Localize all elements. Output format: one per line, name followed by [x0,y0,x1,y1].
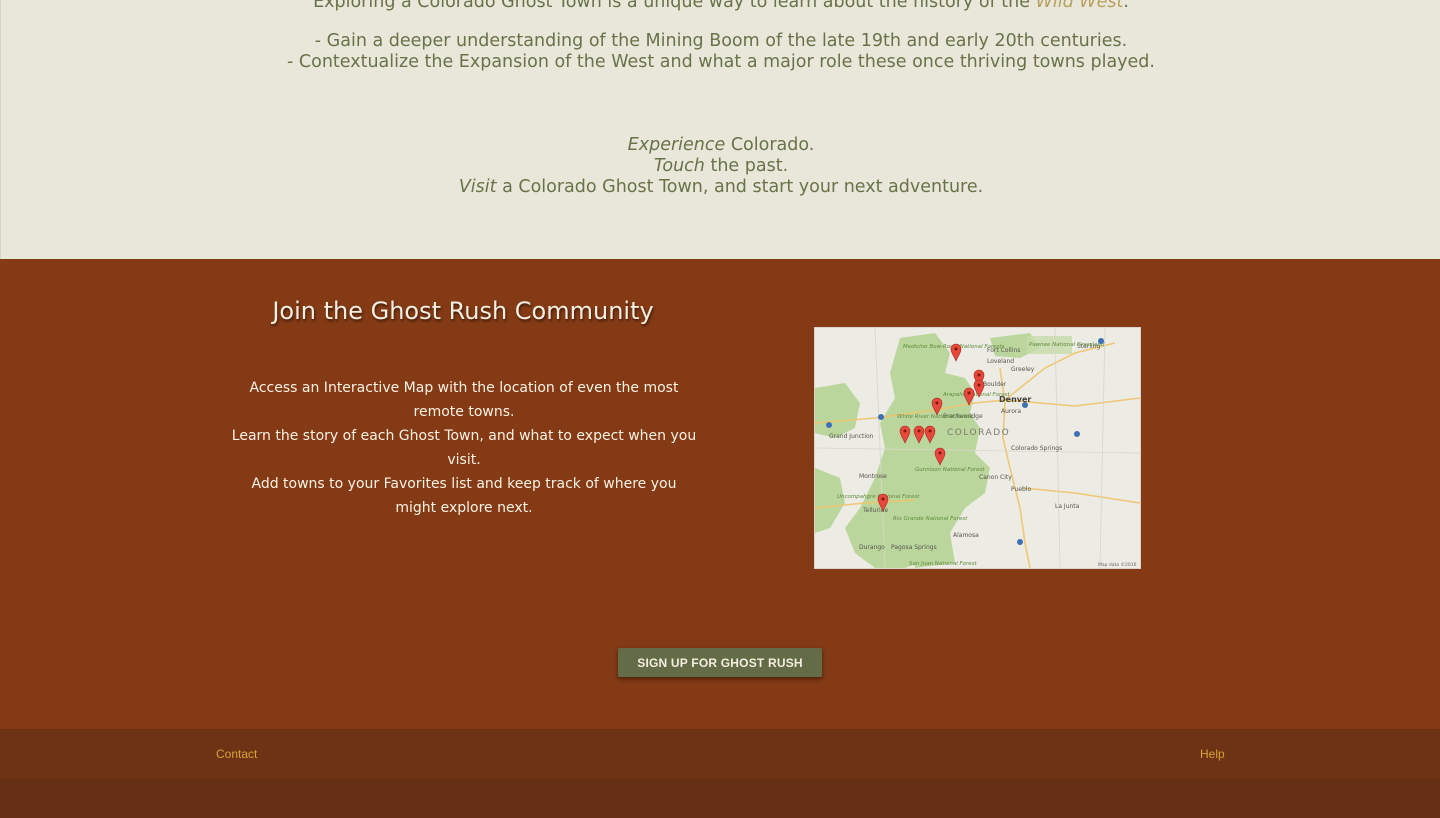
tagline-experience: Experience Colorado. [1,135,1440,156]
map-pin-dot [938,451,942,455]
map-pin-dot [977,373,981,377]
feature-favorites-list: Add towns to your Favorites list and kee… [251,476,677,516]
city-label: Colorado Springs [1011,445,1062,452]
tagline-touch-em: Touch [653,156,705,176]
community-section: Join the Ghost Rush Community Access an … [0,259,1440,729]
tagline-experience-em: Experience [627,135,726,155]
community-heading: Join the Ghost Rush Community [272,297,654,325]
feature-interactive-map: Access an Interactive Map with the locat… [249,380,679,420]
tagline-visit-rest: a Colorado Ghost Town, and start your ne… [496,177,984,197]
map-pin-dot [977,383,981,387]
intro-history-period: . [1123,0,1129,12]
wild-west-highlight: Wild West [1035,0,1124,12]
city-label: Aurora [1001,408,1021,415]
city-label: Boulder [983,381,1007,388]
city-label: Loveland [987,358,1014,365]
tagline-touch-rest: the past. [704,156,789,176]
forest-label: San Juan National Forest [909,561,978,567]
map-pin-dot [967,391,971,395]
city-label: Grand Junction [829,433,874,440]
mining-boom-bullet: - Gain a deeper understanding of the Min… [314,31,1128,51]
city-label: Pueblo [1011,486,1031,493]
forest-label: Arapaho National Forest [942,392,1011,398]
colorado-map-image: COLORADO Fort Collins Loveland Greeley B… [814,327,1141,569]
city-label: Alamosa [953,532,979,539]
forest-label: White River National Forest [897,414,973,420]
expansion-bullet: - Contextualize the Expansion of the Wes… [287,52,1155,72]
intro-history-line: Exploring a Colorado Ghost Town is a uni… [1,0,1440,13]
signup-button[interactable]: SIGN UP FOR GHOST RUSH [618,648,822,677]
map-pin-dot [917,429,921,433]
map-pin-dot [954,347,958,351]
tagline-experience-rest: Colorado. [725,135,815,155]
city-label: Greeley [1011,366,1035,373]
city-label: La Junta [1055,503,1080,510]
map-attribution: Map data ©2016 [1098,561,1137,568]
tagline-touch: Touch the past. [1,156,1440,177]
map-pin-dot [903,429,907,433]
forest-label: Gunnison National Forest [915,467,985,473]
city-label: Durango [859,544,885,551]
tagline-visit: Visit a Colorado Ghost Town, and start y… [1,177,1440,198]
city-label: Montrose [859,473,887,480]
tagline-visit-em: Visit [458,177,497,197]
forest-label: Pawnee National Grassland [1029,342,1105,348]
map-pin-dot [935,401,939,405]
map-state-label: COLORADO [947,428,1010,438]
map-pin-dot [881,497,885,501]
city-label: Pagosa Springs [891,544,937,551]
forest-label: Rio Grande National Forest [893,516,968,522]
city-label: Canon City [979,474,1012,481]
footer-band [0,779,1440,818]
intro-section: Exploring a Colorado Ghost Town is a uni… [0,0,1440,259]
contact-link[interactable]: Contact [216,747,257,761]
page-footer: Contact Help [0,729,1440,818]
feature-town-stories: Learn the story of each Ghost Town, and … [231,428,697,468]
intro-history-text: Exploring a Colorado Ghost Town is a uni… [313,0,1030,12]
map-pin-dot [928,429,932,433]
help-link[interactable]: Help [1200,747,1225,761]
